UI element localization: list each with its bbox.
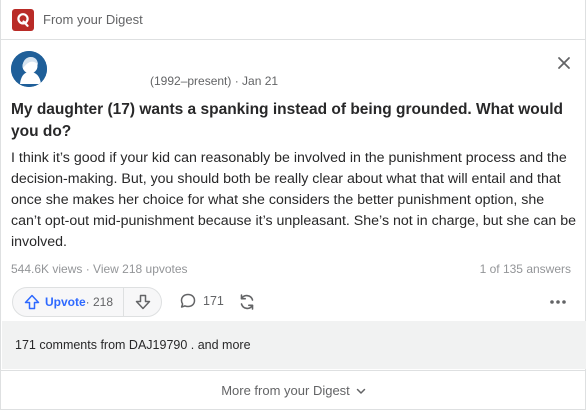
comments-summary[interactable]: 171 comments from DAJ19790 . and more <box>2 321 586 369</box>
upvote-arrow-icon <box>24 294 40 310</box>
comment-count: 171 <box>203 294 224 308</box>
comment-button[interactable]: 171 <box>179 292 224 310</box>
quora-logo-icon[interactable] <box>12 8 34 31</box>
close-button[interactable] <box>555 54 573 72</box>
chevron-down-icon <box>356 388 366 394</box>
avatar[interactable] <box>11 51 47 87</box>
vote-group: Upvote · 218 <box>12 287 163 317</box>
digest-header: From your Digest <box>1 0 586 40</box>
downvote-button[interactable] <box>124 288 161 316</box>
close-icon <box>558 57 570 69</box>
more-icon <box>550 300 566 304</box>
upvote-label: Upvote <box>45 295 86 309</box>
more-from-digest-button[interactable]: More from your Digest <box>1 370 586 410</box>
avatar-icon <box>11 51 47 87</box>
view-count[interactable]: 544.6K views · View 218 upvotes <box>11 262 188 276</box>
author-meta: (1992–present) · Jan 21 <box>150 74 279 88</box>
answer-text: I think it’s good if your kid can reason… <box>11 150 576 250</box>
comments-summary-text: 171 comments from DAJ19790 . and more <box>15 338 251 352</box>
share-button[interactable] <box>237 292 257 312</box>
digest-title: From your Digest <box>43 12 143 27</box>
downvote-arrow-icon <box>135 294 150 310</box>
answer-position[interactable]: 1 of 135 answers <box>480 262 571 276</box>
comment-icon <box>180 293 196 308</box>
more-options-button[interactable] <box>547 292 569 312</box>
more-from-digest-label: More from your Digest <box>221 383 350 398</box>
feed-card: From your Digest (1992–present) · Jan 21… <box>0 0 586 410</box>
share-icon <box>240 294 254 310</box>
upvote-button[interactable]: Upvote · 218 <box>13 288 125 316</box>
upvote-count: · 218 <box>85 295 114 309</box>
question-title[interactable]: My daughter (17) wants a spanking instea… <box>11 99 571 143</box>
